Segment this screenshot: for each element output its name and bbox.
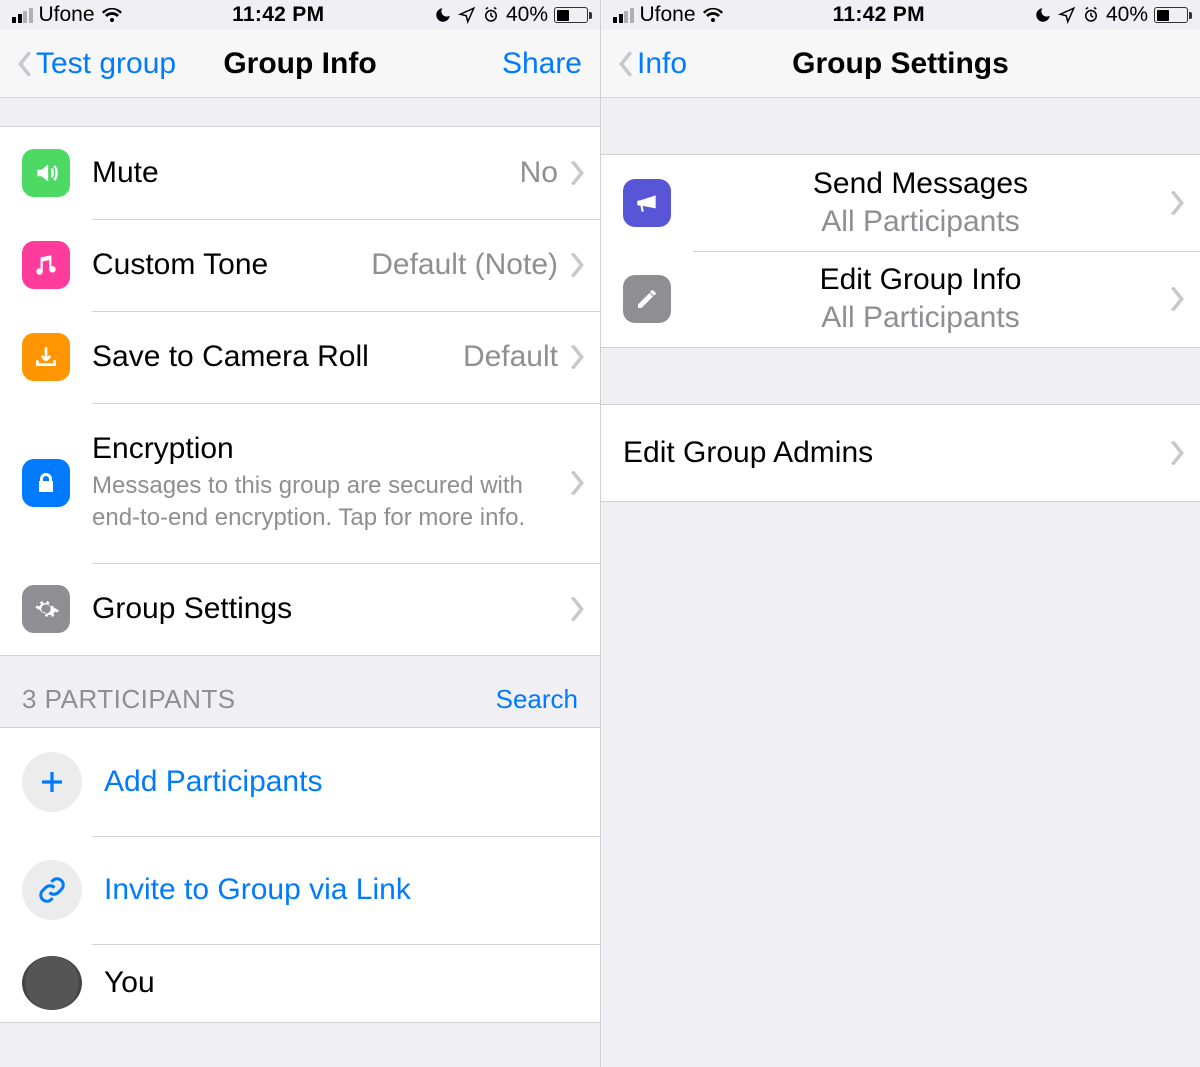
edit-group-info-cell[interactable]: Edit Group Info All Participants xyxy=(601,251,1200,347)
camera-roll-cell[interactable]: Save to Camera Roll Default xyxy=(0,311,600,403)
chevron-right-icon xyxy=(570,253,584,277)
battery-icon xyxy=(1154,7,1188,23)
dnd-moon-icon xyxy=(434,6,452,24)
signal-icon xyxy=(12,8,33,23)
alarm-icon xyxy=(482,6,500,24)
chevron-right-icon xyxy=(570,597,584,621)
participant-you-cell[interactable]: You xyxy=(0,944,600,1022)
add-participants-label: Add Participants xyxy=(104,765,584,799)
edit-group-info-value: All Participants xyxy=(821,301,1019,335)
chevron-right-icon xyxy=(1170,441,1184,465)
encryption-label: Encryption xyxy=(92,432,548,466)
group-settings-cell[interactable]: Group Settings xyxy=(0,563,600,655)
chevron-right-icon xyxy=(1170,287,1184,311)
wifi-icon xyxy=(101,7,123,23)
participants-count: 3 PARTICIPANTS xyxy=(22,684,236,715)
clock-label: 11:42 PM xyxy=(232,3,324,27)
add-participants-cell[interactable]: Add Participants xyxy=(0,728,600,836)
custom-tone-cell[interactable]: Custom Tone Default (Note) xyxy=(0,219,600,311)
edit-admins-label: Edit Group Admins xyxy=(623,436,1148,470)
page-title: Group Settings xyxy=(601,47,1200,81)
group-settings-label: Group Settings xyxy=(92,592,548,626)
send-edit-group: Send Messages All Participants Edit Grou… xyxy=(601,154,1200,348)
mute-value: No xyxy=(520,156,558,190)
mute-cell[interactable]: Mute No xyxy=(0,127,600,219)
battery-pct: 40% xyxy=(506,3,548,27)
back-button[interactable]: Test group xyxy=(18,47,176,81)
signal-icon xyxy=(613,8,634,23)
camera-roll-value: Default xyxy=(463,340,558,374)
wifi-icon xyxy=(702,7,724,23)
carrier-label: Ufone xyxy=(640,3,696,27)
pencil-icon xyxy=(623,275,671,323)
status-bar: Ufone 11:42 PM 40% xyxy=(0,0,600,30)
alarm-icon xyxy=(1082,6,1100,24)
download-icon xyxy=(22,333,70,381)
invite-link-label: Invite to Group via Link xyxy=(104,873,584,907)
carrier-label: Ufone xyxy=(39,3,95,27)
location-arrow-icon xyxy=(1058,6,1076,24)
nav-bar: Info Group Settings xyxy=(601,30,1200,98)
link-icon xyxy=(22,860,82,920)
chevron-right-icon xyxy=(570,471,584,495)
chevron-right-icon xyxy=(570,345,584,369)
chevron-right-icon xyxy=(570,161,584,185)
send-messages-cell[interactable]: Send Messages All Participants xyxy=(601,155,1200,251)
back-label: Test group xyxy=(36,47,176,81)
dnd-moon-icon xyxy=(1034,6,1052,24)
send-messages-label: Send Messages xyxy=(813,167,1028,201)
avatar xyxy=(22,956,82,1010)
camera-roll-label: Save to Camera Roll xyxy=(92,340,441,374)
settings-group: Mute No Custom Tone Default (Note) Save xyxy=(0,126,600,656)
send-messages-value: All Participants xyxy=(821,205,1019,239)
plus-icon xyxy=(22,752,82,812)
encryption-subtext: Messages to this group are secured with … xyxy=(92,470,548,535)
megaphone-icon xyxy=(623,179,671,227)
clock-label: 11:42 PM xyxy=(833,3,925,27)
lock-icon xyxy=(22,459,70,507)
back-button[interactable]: Info xyxy=(619,47,687,81)
music-note-icon xyxy=(22,241,70,289)
mute-label: Mute xyxy=(92,156,498,190)
back-label: Info xyxy=(637,47,687,81)
participants-header: 3 PARTICIPANTS Search xyxy=(0,656,600,727)
screen-group-settings: Ufone 11:42 PM 40% xyxy=(600,0,1200,1067)
status-bar: Ufone 11:42 PM 40% xyxy=(601,0,1200,30)
sound-icon xyxy=(22,149,70,197)
nav-bar: Test group Group Info Share xyxy=(0,30,600,98)
screen-group-info: Ufone 11:42 PM 40% xyxy=(0,0,600,1067)
participant-you-label: You xyxy=(104,966,584,1000)
battery-pct: 40% xyxy=(1106,3,1148,27)
search-participants-button[interactable]: Search xyxy=(496,684,578,715)
invite-link-cell[interactable]: Invite to Group via Link xyxy=(0,836,600,944)
tone-label: Custom Tone xyxy=(92,248,349,282)
chevron-right-icon xyxy=(1170,191,1184,215)
battery-icon xyxy=(554,7,588,23)
tone-value: Default (Note) xyxy=(371,248,558,282)
edit-group-info-label: Edit Group Info xyxy=(820,263,1022,297)
encryption-cell[interactable]: Encryption Messages to this group are se… xyxy=(0,403,600,563)
admins-group: Edit Group Admins xyxy=(601,404,1200,502)
share-button[interactable]: Share xyxy=(502,47,582,81)
location-arrow-icon xyxy=(458,6,476,24)
edit-admins-cell[interactable]: Edit Group Admins xyxy=(601,405,1200,501)
participants-group: Add Participants Invite to Group via Lin… xyxy=(0,727,600,1023)
gear-icon xyxy=(22,585,70,633)
